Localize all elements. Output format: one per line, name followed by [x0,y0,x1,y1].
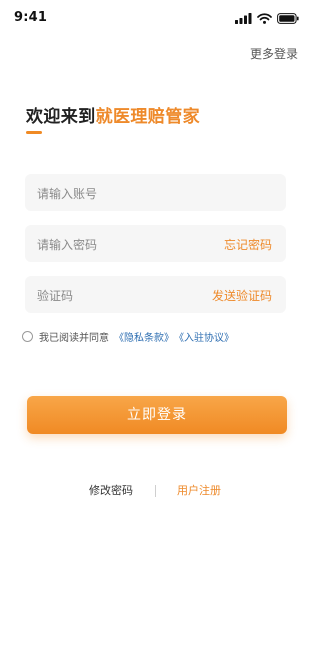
brand-name: 就医理赔管家 [95,107,201,127]
register-link[interactable]: 用户注册 [177,482,221,498]
account-input[interactable]: 请输入账号 [25,174,286,211]
status-time: 9:41 [14,10,48,25]
welcome-title: 欢迎来到就医理赔管家 [26,102,200,127]
entry-agreement-link[interactable]: 《入驻协议》 [174,329,234,344]
agreement-row: 我已阅读并同意 《隐私条款》 《入驻协议》 [22,328,234,344]
agreement-radio[interactable] [22,330,33,342]
verification-code-input[interactable]: 验证码 发送验证码 [25,276,286,313]
battery-icon [277,12,299,24]
wifi-icon [257,12,272,24]
agreement-text: 我已阅读并同意 [39,332,109,344]
privacy-terms-link[interactable]: 《隐私条款》 [114,329,174,344]
account-placeholder: 请输入账号 [37,187,98,201]
send-code-button[interactable]: 发送验证码 [212,287,272,304]
welcome-prefix: 欢迎来到 [26,107,96,127]
forgot-password-link[interactable]: 忘记密码 [224,236,272,253]
welcome-underline [26,131,42,134]
login-button[interactable]: 立即登录 [27,396,287,434]
cellular-signal-icon [235,12,252,24]
bottom-links: 修改密码 用户注册 [0,482,311,500]
code-placeholder: 验证码 [37,289,74,303]
divider [155,485,156,497]
change-password-link[interactable]: 修改密码 [89,482,133,498]
more-login-link[interactable]: 更多登录 [250,45,298,62]
password-input[interactable]: 请输入密码 忘记密码 [25,225,286,262]
password-placeholder: 请输入密码 [37,238,98,252]
status-bar: 9:41 [0,0,311,36]
status-icons [235,12,299,24]
